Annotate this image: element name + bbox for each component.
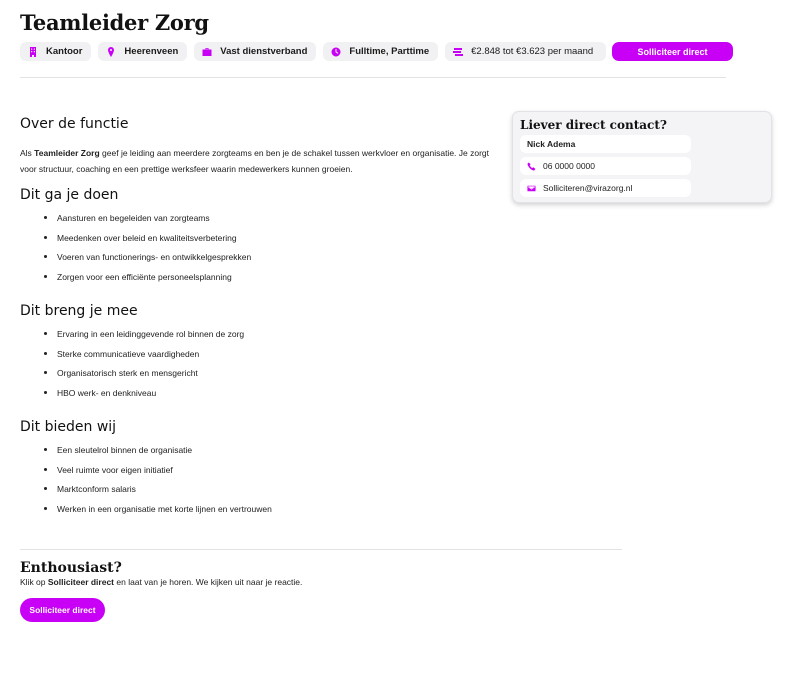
tag-label: Fulltime, Parttime [349,46,430,57]
requirements-list: Ervaring in een leidinggevende rol binne… [44,328,490,406]
list-item: Zorgen voor een efficiënte personeelspla… [44,271,490,291]
list-item: Organisatorisch sterk en mensgericht [44,367,490,387]
cta-heading: Enthousiast? [20,560,122,576]
contact-email[interactable]: Solliciteren@virazorg.nl [520,179,691,197]
job-page: Teamleider Zorg Kantoor Heerenveen Vast … [0,0,811,683]
tag-label: Vast dienstverband [220,46,308,57]
mail-icon [527,184,536,193]
contact-phone-text: 06 0000 0000 [543,161,595,171]
tag-label: €2.848 tot €3.623 per maand [471,46,594,57]
money-icon [453,47,464,57]
section-heading-offer: Dit bieden wij [20,419,117,435]
map-pin-icon [106,46,116,57]
section-heading-about: Over de functie [20,116,129,132]
contact-email-text: Solliciteren@virazorg.nl [543,183,633,193]
section-heading-tasks: Dit ga je doen [20,187,119,203]
list-item: Aansturen en begeleiden van zorgteams [44,212,490,232]
list-item: Een sleutelrol binnen de organisatie [44,444,490,464]
list-item: Ervaring in een leidinggevende rol binne… [44,328,490,348]
clock-icon [331,47,341,57]
contact-phone[interactable]: 06 0000 0000 [520,157,691,175]
list-item: Sterke communicatieve vaardigheden [44,348,490,368]
contact-name: Nick Adema [520,135,691,153]
tasks-list: Aansturen en begeleiden van zorgteams Me… [44,212,490,290]
page-title: Teamleider Zorg [20,10,209,35]
building-icon [28,46,38,57]
intro-job-title: Teamleider Zorg [34,148,100,158]
tag-city: Heerenveen [98,42,188,61]
list-item: Meedenken over beleid en kwaliteitsverbe… [44,232,490,252]
briefcase-icon [202,47,212,57]
cta-text-bold: Solliciteer direct [47,577,115,587]
apply-button-top[interactable]: Solliciteer direct [612,42,733,61]
contact-card: Liever direct contact? Nick Adema 06 000… [512,111,772,203]
section-heading-requirements: Dit breng je mee [20,303,138,319]
list-item: Veel ruimte voor eigen initiatief [44,464,490,484]
tag-salary: €2.848 tot €3.623 per maand [445,42,607,61]
tag-hours: Fulltime, Parttime [323,42,439,61]
offer-list: Een sleutelrol binnen de organisatie Vee… [44,444,490,522]
list-item: Marktconform salaris [44,483,490,503]
tag-contract: Vast dienstverband [194,42,317,61]
tag-location-type: Kantoor [20,42,92,61]
tag-label: Kantoor [46,46,83,57]
tag-label: Heerenveen [124,46,179,57]
apply-button-bottom[interactable]: Solliciteer direct [20,598,105,622]
divider [20,549,622,550]
cta-text: Klik op Solliciteer direct en laat van j… [20,577,303,587]
list-item: HBO werk- en denkniveau [44,387,490,407]
list-item: Voeren van functionerings- en ontwikkelg… [44,251,490,271]
divider [20,77,726,78]
contact-heading: Liever direct contact? [520,118,667,132]
intro-text: Als Teamleider Zorg geef je leiding aan … [20,148,490,174]
list-item: Werken in een organisatie met korte lijn… [44,503,490,523]
phone-icon [527,161,536,171]
job-tags: Kantoor Heerenveen Vast dienstverband Fu… [20,42,607,61]
job-description: Over de functie Als Teamleider Zorg geef… [20,116,490,535]
